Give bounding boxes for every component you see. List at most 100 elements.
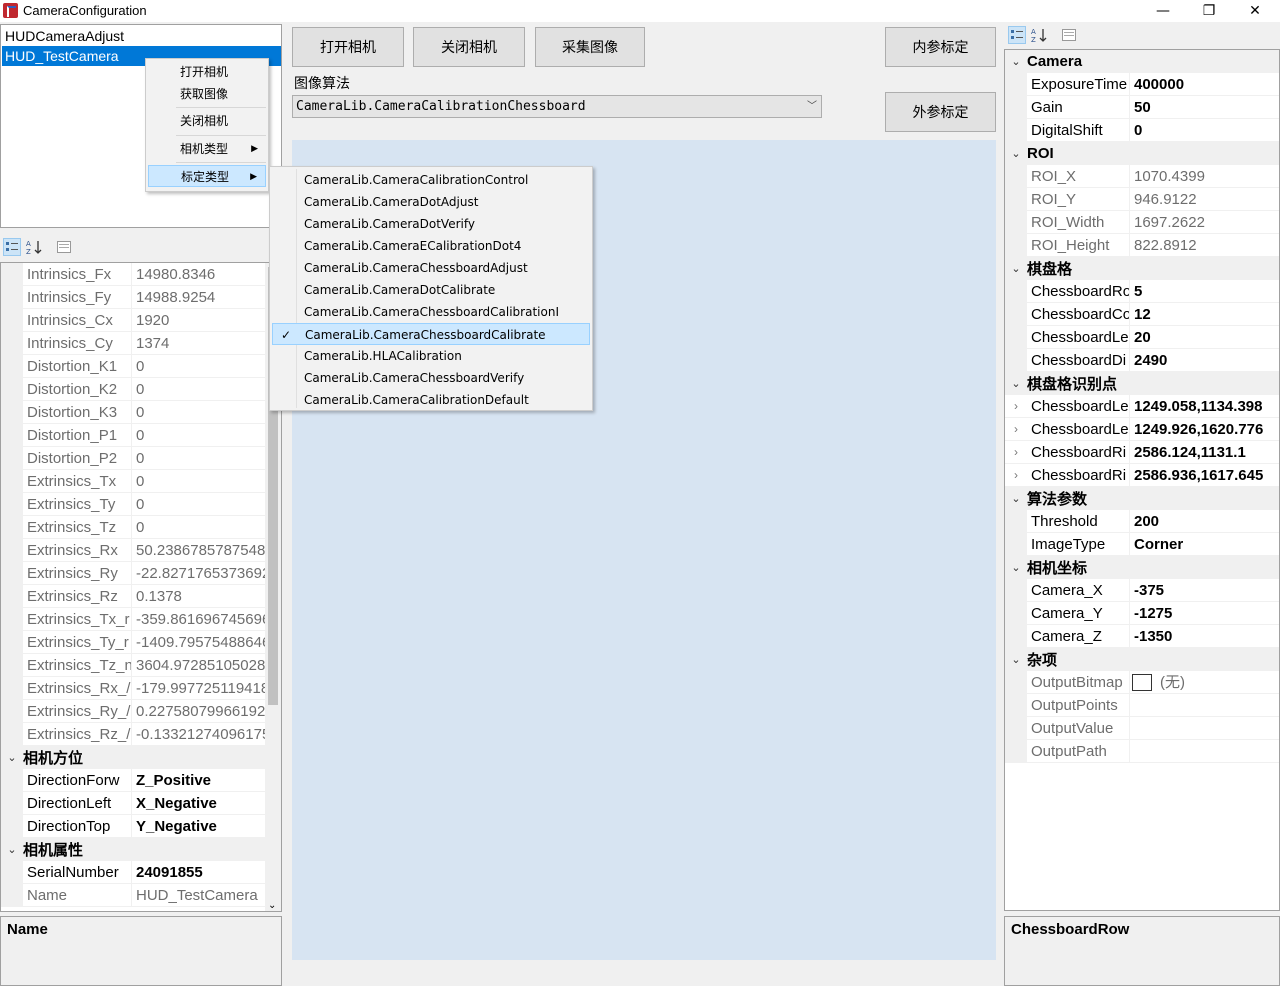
property-value[interactable]: -0.13321274096175 xyxy=(131,722,281,746)
property-value[interactable]: 50.23867857875481 xyxy=(131,538,281,562)
property-value[interactable]: 1249.926,1620.776 xyxy=(1129,417,1279,441)
submenu-item-cameralib-cameracalibrationdefault[interactable]: CameraLib.CameraCalibrationDefault xyxy=(272,389,590,411)
submenu-item-cameralib-camerachessboardcalibrate[interactable]: ✓ CameraLib.CameraChessboardCalibrate xyxy=(272,323,590,345)
property-row[interactable]: Intrinsics_Fx 14980.8346 xyxy=(1,263,281,286)
property-value[interactable]: -375 xyxy=(1129,578,1279,602)
property-row[interactable]: ChessboardCo 12 xyxy=(1005,302,1279,326)
sort-az-icon[interactable]: AZ xyxy=(25,238,43,256)
property-row[interactable]: Distortion_K2 0 xyxy=(1,377,281,401)
property-value[interactable] xyxy=(1129,739,1279,763)
property-value[interactable]: 200 xyxy=(1129,509,1279,533)
property-value[interactable]: 14980.8346 xyxy=(131,263,281,286)
property-value[interactable]: 946.9122 xyxy=(1129,187,1279,211)
property-row[interactable]: Extrinsics_Tx 0 xyxy=(1,469,281,493)
property-value[interactable]: 0.1378 xyxy=(131,584,281,608)
property-value[interactable]: 0 xyxy=(131,377,281,401)
property-row[interactable]: Gain 50 xyxy=(1005,95,1279,119)
property-value[interactable] xyxy=(1129,716,1279,740)
property-value[interactable]: 400000 xyxy=(1129,72,1279,96)
property-row[interactable]: ChessboardRo 5 xyxy=(1005,279,1279,303)
category-camera[interactable]: ⌄ Camera xyxy=(1005,50,1279,73)
property-value[interactable]: 0 xyxy=(131,423,281,447)
property-value[interactable]: (无) xyxy=(1129,670,1279,694)
property-row[interactable]: Name HUD_TestCamera xyxy=(1,883,281,907)
property-row[interactable]: SerialNumber 24091855 xyxy=(1,860,281,884)
property-row[interactable]: ROI_X 1070.4399 xyxy=(1005,164,1279,188)
categorized-icon[interactable] xyxy=(1008,26,1026,44)
property-row[interactable]: OutputPath xyxy=(1005,739,1279,763)
property-row[interactable]: Distortion_K1 0 xyxy=(1,354,281,378)
submenu-item-cameralib-hlacalibration[interactable]: CameraLib.HLACalibration xyxy=(272,345,590,367)
property-row[interactable]: ChessboardLe 20 xyxy=(1005,325,1279,349)
property-value[interactable]: -179.997725119418 xyxy=(131,676,281,700)
category-chessboard[interactable]: ⌄ 棋盘格 xyxy=(1005,257,1279,280)
property-value[interactable]: Corner xyxy=(1129,532,1279,556)
property-value[interactable]: 0 xyxy=(1129,118,1279,142)
property-value[interactable]: HUD_TestCamera xyxy=(131,883,281,907)
category-camera-coordinates[interactable]: ⌄ 相机坐标 xyxy=(1005,556,1279,579)
category-camera-properties[interactable]: ⌄ 相机属性 xyxy=(1,838,281,861)
capture-image-button[interactable]: 采集图像 xyxy=(535,27,645,67)
property-row[interactable]: Extrinsics_Rz 0.1378 xyxy=(1,584,281,608)
property-value[interactable]: 2586.124,1131.1 xyxy=(1129,440,1279,464)
property-pages-icon[interactable] xyxy=(55,238,73,256)
algorithm-select[interactable]: CameraLib.CameraCalibrationChessboard ﹀ xyxy=(292,95,822,118)
left-property-grid[interactable]: Intrinsics_Fx 14980.8346 Intrinsics_Fy 1498… xyxy=(0,262,282,912)
sort-az-icon[interactable]: AZ xyxy=(1030,26,1048,44)
expand-chevron-icon[interactable]: › xyxy=(1005,468,1027,482)
property-row[interactable]: › ChessboardLe 1249.926,1620.776 xyxy=(1005,417,1279,441)
collapse-chevron-icon[interactable]: ⌄ xyxy=(1,843,23,856)
scroll-down-icon[interactable]: ⌄ xyxy=(268,900,276,911)
property-row[interactable]: Extrinsics_Rx_/ -179.997725119418 xyxy=(1,676,281,700)
property-value[interactable]: -1275 xyxy=(1129,601,1279,625)
property-value[interactable]: -22.8271765373692 xyxy=(131,561,281,585)
close-button[interactable]: ✕ xyxy=(1232,0,1278,22)
extrinsic-calibration-button[interactable]: 外参标定 xyxy=(885,92,996,132)
property-row[interactable]: ROI_Y 946.9122 xyxy=(1005,187,1279,211)
property-value[interactable]: X_Negative xyxy=(131,791,281,815)
menu-item-open-camera[interactable]: 打开相机 xyxy=(148,61,266,83)
intrinsic-calibration-button[interactable]: 内参标定 xyxy=(885,27,996,67)
property-row[interactable]: DirectionForw Z_Positive xyxy=(1,768,281,792)
menu-item-calibration-type[interactable]: 标定类型 ▶ xyxy=(148,165,266,187)
collapse-chevron-icon[interactable]: ⌄ xyxy=(1005,147,1027,160)
property-value[interactable]: 2490 xyxy=(1129,348,1279,372)
property-row[interactable]: Extrinsics_Ty_r -1409.79575488646 xyxy=(1,630,281,654)
property-row[interactable]: ROI_Height 822.8912 xyxy=(1005,233,1279,257)
property-value[interactable]: 1697.2622 xyxy=(1129,210,1279,234)
property-value[interactable]: 0 xyxy=(131,469,281,493)
property-row[interactable]: Extrinsics_Tx_r -359.861696745696 xyxy=(1,607,281,631)
property-row[interactable]: Distortion_K3 0 xyxy=(1,400,281,424)
maximize-button[interactable]: ❐ xyxy=(1186,0,1232,22)
property-row[interactable]: Extrinsics_Tz 0 xyxy=(1,515,281,539)
submenu-item-cameralib-cameradotadjust[interactable]: CameraLib.CameraDotAdjust xyxy=(272,191,590,213)
minimize-button[interactable]: — xyxy=(1140,0,1186,22)
category-roi[interactable]: ⌄ ROI xyxy=(1005,142,1279,165)
property-value[interactable]: Z_Positive xyxy=(131,768,281,792)
property-row[interactable]: DirectionTop Y_Negative xyxy=(1,814,281,838)
close-camera-button[interactable]: 关闭相机 xyxy=(413,27,525,67)
property-value[interactable]: 0 xyxy=(131,354,281,378)
property-value[interactable]: 3604.972851050288 xyxy=(131,653,281,677)
property-row[interactable]: Threshold 200 xyxy=(1005,509,1279,533)
property-row[interactable]: › ChessboardLe 1249.058,1134.398 xyxy=(1005,394,1279,418)
property-value[interactable]: 0 xyxy=(131,492,281,516)
property-row[interactable]: Extrinsics_Tz_n 3604.972851050288 xyxy=(1,653,281,677)
property-row[interactable]: › ChessboardRi 2586.936,1617.645 xyxy=(1005,463,1279,487)
property-value[interactable] xyxy=(1129,693,1279,717)
property-value[interactable]: 12 xyxy=(1129,302,1279,326)
property-value[interactable]: 0 xyxy=(131,400,281,424)
open-camera-button[interactable]: 打开相机 xyxy=(292,27,404,67)
property-row[interactable]: Extrinsics_Ry -22.8271765373692 xyxy=(1,561,281,585)
property-value[interactable]: 20 xyxy=(1129,325,1279,349)
category-camera-direction[interactable]: ⌄ 相机方位 xyxy=(1,746,281,769)
collapse-chevron-icon[interactable]: ⌄ xyxy=(1005,377,1027,390)
property-value[interactable]: -1350 xyxy=(1129,624,1279,648)
property-row[interactable]: DirectionLeft X_Negative xyxy=(1,791,281,815)
property-value[interactable]: 0 xyxy=(131,446,281,470)
property-value[interactable]: 822.8912 xyxy=(1129,233,1279,257)
property-value[interactable]: 5 xyxy=(1129,279,1279,303)
submenu-item-cameralib-camerachessboardcalibrationi[interactable]: CameraLib.CameraChessboardCalibrationI xyxy=(272,301,590,323)
category-algorithm-params[interactable]: ⌄ 算法参数 xyxy=(1005,487,1279,510)
property-row[interactable]: Distortion_P2 0 xyxy=(1,446,281,470)
